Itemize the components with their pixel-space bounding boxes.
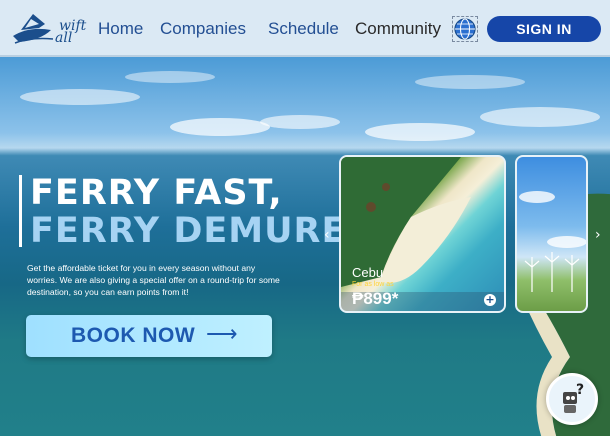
add-icon[interactable]: +: [484, 294, 496, 306]
carousel-next-button[interactable]: ›: [595, 227, 601, 243]
sky-clouds: [20, 71, 600, 141]
svg-text:?: ?: [576, 382, 584, 398]
top-navigation-bar: wift all Home Companies Schedule Communi…: [0, 0, 610, 57]
carousel-prev-button[interactable]: ‹: [324, 227, 330, 243]
nav-home[interactable]: Home: [98, 19, 143, 39]
nav-community[interactable]: Community: [355, 19, 441, 39]
hero-title-line2: FERRY DEMURE: [30, 211, 347, 251]
logo-wordmark: wift all: [55, 19, 86, 45]
globe-icon: [454, 18, 476, 40]
wind-turbines-image: [519, 191, 586, 292]
title-accent-bar: [19, 175, 22, 247]
language-button[interactable]: [452, 16, 478, 42]
card-price: ₱899*: [352, 289, 399, 308]
swiftsail-logo[interactable]: wift all: [11, 6, 86, 50]
destination-card-windmills[interactable]: [515, 155, 588, 313]
book-now-label: BOOK NOW: [71, 324, 196, 347]
sign-in-button[interactable]: SIGN IN: [487, 16, 601, 42]
nav-companies[interactable]: Companies: [160, 19, 246, 39]
book-now-button[interactable]: BOOK NOW ⟶: [26, 315, 272, 357]
hero-title-line1: FERRY FAST,: [30, 173, 283, 213]
chatbot-button[interactable]: ?: [546, 373, 598, 425]
nav-schedule[interactable]: Schedule: [268, 19, 339, 39]
hero-description: Get the affordable ticket for you in eve…: [27, 263, 280, 297]
destination-card-cebu[interactable]: Cebu For as low as ₱899* +: [339, 155, 506, 313]
chatbot-icon: ?: [563, 382, 584, 413]
card-city: Cebu: [352, 265, 384, 280]
ship-logo-icon: [13, 14, 54, 44]
hero-section: FERRY FAST, FERRY DEMURE Get the afforda…: [0, 57, 610, 436]
card-from-label: For as low as: [352, 281, 394, 288]
arrow-right-icon: ⟶: [206, 321, 239, 346]
